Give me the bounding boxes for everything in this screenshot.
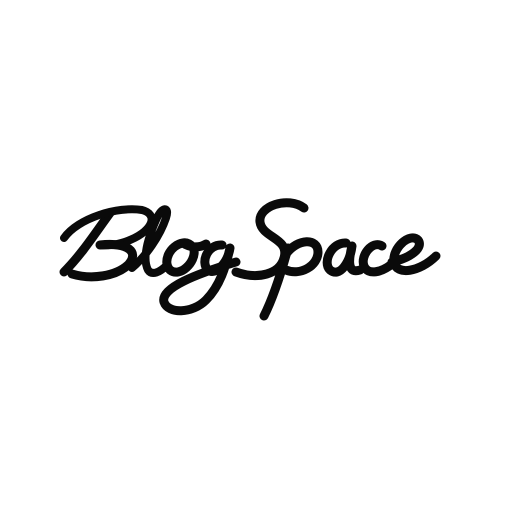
letter-a	[322, 238, 365, 277]
letter-c	[358, 240, 397, 277]
blogspace-wordmark-logo	[59, 198, 441, 321]
letter-b-top-stroke	[60, 205, 156, 250]
letter-s	[231, 198, 309, 280]
logo-canvas: BlogSpace	[0, 0, 512, 512]
letter-g	[159, 240, 241, 316]
letter-e	[387, 233, 441, 275]
letter-p-bowl	[281, 237, 323, 277]
letter-o	[162, 238, 211, 277]
